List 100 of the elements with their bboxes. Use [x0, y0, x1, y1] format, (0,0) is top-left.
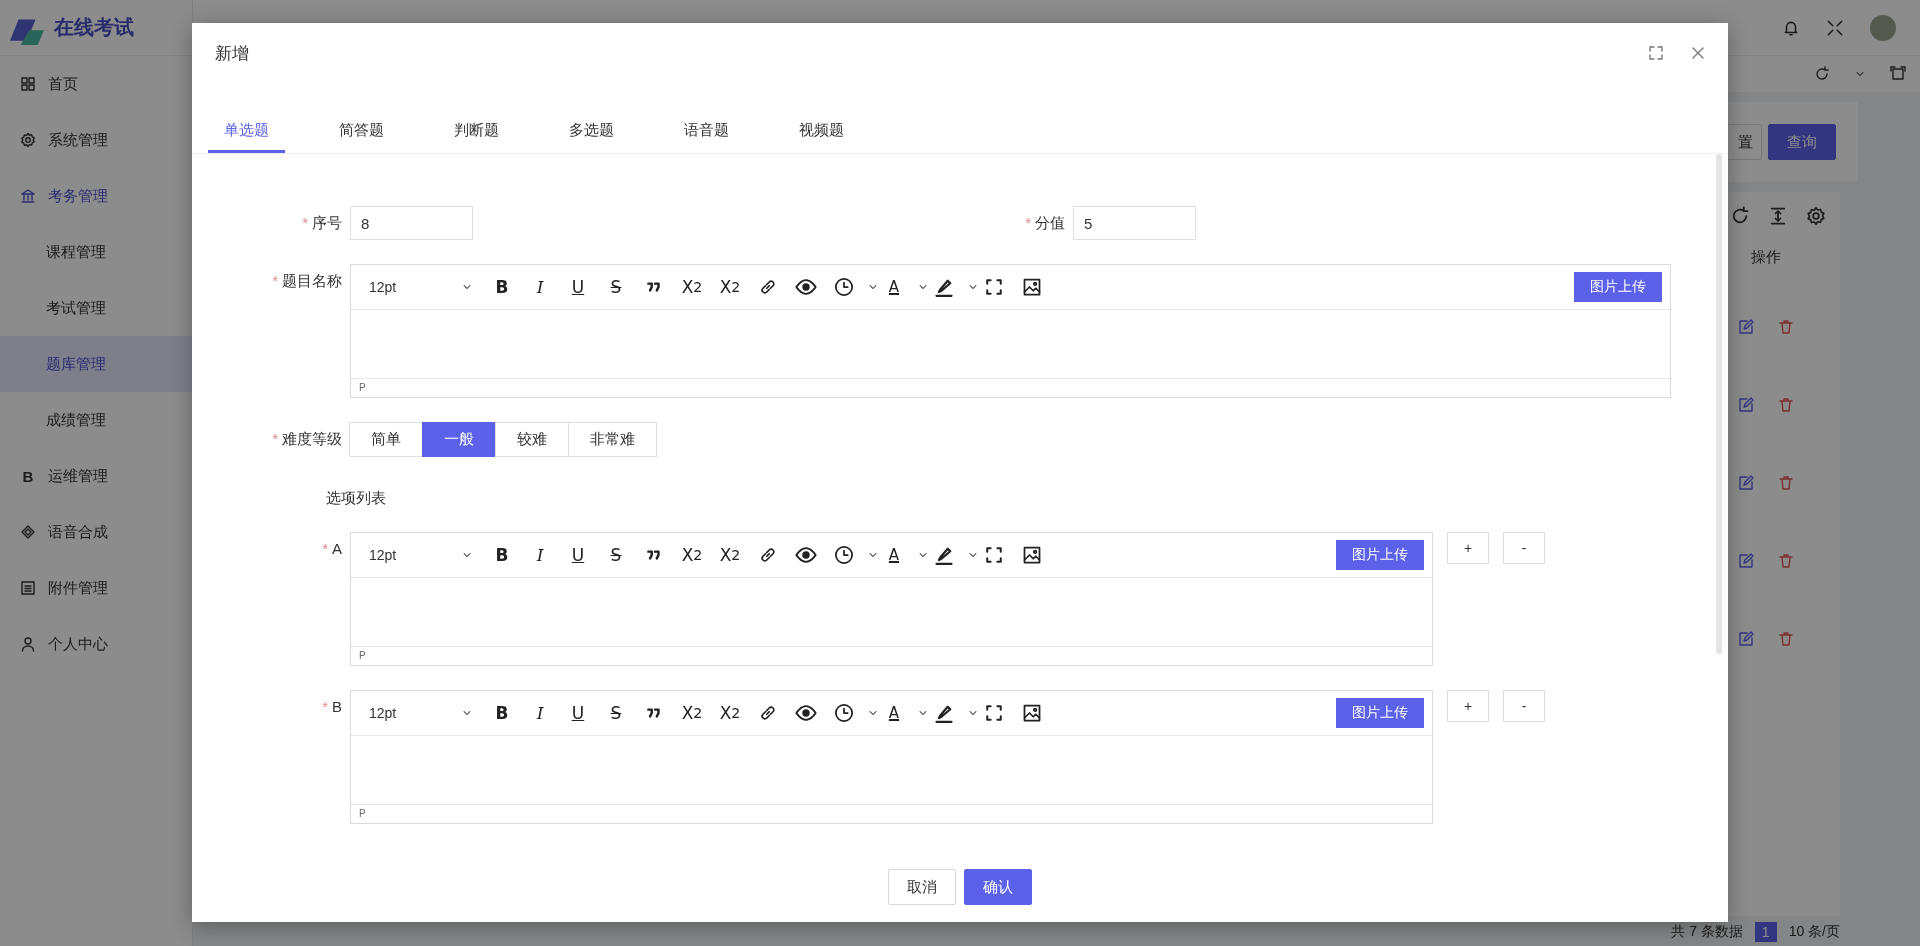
question-type-tab[interactable]: 单选题: [208, 111, 285, 153]
highlighter-icon: [934, 277, 954, 297]
page-size-select[interactable]: 10 条/页: [1788, 923, 1840, 941]
underline-button[interactable]: U: [563, 273, 593, 301]
row-height-icon: [1768, 206, 1788, 226]
sidebar-item[interactable]: 首页: [0, 56, 192, 112]
sidebar-subitem[interactable]: 成绩管理: [0, 392, 192, 448]
sidebar-item-label: 个人中心: [48, 634, 108, 654]
grid-icon: [20, 76, 36, 92]
menu-icon-letter: B: [21, 467, 35, 485]
fullscreen-icon: [1826, 18, 1844, 37]
question-type-tab[interactable]: 视频题: [783, 111, 860, 153]
number-field[interactable]: 8: [350, 206, 473, 240]
font-color-button[interactable]: A: [879, 699, 909, 727]
frame-icon: [1890, 66, 1906, 82]
document-icon: [20, 580, 36, 596]
question-type-tab[interactable]: 判断题: [438, 111, 515, 153]
field-label: * 分值: [1024, 213, 1066, 233]
difficulty-option[interactable]: 简单: [349, 422, 423, 457]
font-color-button[interactable]: A: [879, 273, 909, 301]
trash-icon: [1778, 396, 1794, 413]
highlighter-icon: [934, 545, 954, 565]
sidebar-item[interactable]: 系统管理: [0, 112, 192, 168]
sidebar-item[interactable]: B 运维管理: [0, 448, 192, 504]
font-size-select[interactable]: 12pt: [363, 546, 481, 564]
sidebar-item[interactable]: 附件管理: [0, 560, 192, 616]
sidebar-subitem[interactable]: 课程管理: [0, 224, 192, 280]
font-size-select[interactable]: 12pt: [363, 704, 481, 722]
image-upload-button[interactable]: 图片上传: [1336, 540, 1424, 570]
sidebar-item-label: 首页: [48, 74, 78, 94]
link-icon: [758, 703, 778, 723]
sidebar-item-label: 运维管理: [48, 466, 108, 486]
image-upload-button[interactable]: 图片上传: [1336, 698, 1424, 728]
trash-icon: [1778, 552, 1794, 569]
question-type-tab[interactable]: 简答题: [323, 111, 400, 153]
fullscreen-icon: [985, 546, 1003, 564]
number-field[interactable]: 5: [1073, 206, 1196, 240]
remove-option-button[interactable]: -: [1503, 532, 1545, 564]
bank-icon: [20, 188, 36, 204]
avatar[interactable]: [1870, 14, 1896, 41]
user-icon: [20, 636, 36, 652]
edit-icon: [1738, 318, 1754, 335]
total-count: 共 7 条数据: [1671, 923, 1743, 941]
font-color-button[interactable]: A: [879, 541, 909, 569]
edit-icon: [1738, 474, 1754, 491]
trash-icon: [1778, 630, 1794, 647]
strikethrough-button[interactable]: S: [601, 699, 631, 727]
dialog-button[interactable]: 确认: [964, 869, 1032, 905]
bold-button[interactable]: B: [487, 541, 517, 569]
image-upload-button[interactable]: 图片上传: [1574, 272, 1662, 302]
italic-button[interactable]: I: [525, 541, 555, 569]
field-label: * A: [321, 539, 343, 559]
question-type-tab[interactable]: 语音题: [668, 111, 745, 153]
add-option-button[interactable]: +: [1447, 690, 1489, 722]
bold-button[interactable]: B: [487, 699, 517, 727]
edit-icon: [1738, 552, 1754, 569]
sidebar-item[interactable]: 语音合成: [0, 504, 192, 560]
field-label: * 难度等级: [271, 429, 343, 449]
diamond-icon: [20, 524, 36, 540]
element-path: P: [351, 646, 1432, 665]
refresh-icon: [1730, 206, 1750, 226]
difficulty-option[interactable]: 非常难: [568, 422, 657, 457]
image-icon: [1022, 277, 1042, 297]
link-icon: [758, 545, 778, 565]
sidebar-item[interactable]: 个人中心: [0, 616, 192, 672]
edit-icon: [1738, 630, 1754, 647]
remove-option-button[interactable]: -: [1503, 690, 1545, 722]
difficulty-option[interactable]: 较难: [495, 422, 569, 457]
font-size-select[interactable]: 12pt: [363, 278, 481, 296]
trash-icon: [1778, 318, 1794, 335]
difficulty-option[interactable]: 一般: [422, 422, 496, 457]
eye-icon: [795, 276, 817, 298]
question-type-tab[interactable]: 多选题: [553, 111, 630, 153]
eye-icon: [795, 702, 817, 724]
element-path: P: [351, 378, 1670, 397]
add-option-button[interactable]: +: [1447, 532, 1489, 564]
fullscreen-icon: [985, 278, 1003, 296]
underline-button[interactable]: U: [563, 699, 593, 727]
settings-icon: [1806, 206, 1826, 226]
sidebar-item-label: 考务管理: [48, 186, 108, 206]
strikethrough-button[interactable]: S: [601, 273, 631, 301]
italic-button[interactable]: I: [525, 273, 555, 301]
strikethrough-button[interactable]: S: [601, 541, 631, 569]
dialog-title: 新增: [215, 42, 250, 65]
sidebar-item-label: 语音合成: [48, 522, 108, 542]
fullscreen-icon: [985, 704, 1003, 722]
field-label: * 题目名称: [271, 271, 343, 291]
section-title: 选项列表: [325, 489, 387, 508]
column-header: 操作: [1751, 247, 1781, 267]
italic-button[interactable]: I: [525, 699, 555, 727]
sidebar-item-label: 系统管理: [48, 130, 108, 150]
bold-button[interactable]: B: [487, 273, 517, 301]
sidebar-item[interactable]: 考务管理: [0, 168, 192, 224]
refresh-icon: [1814, 66, 1830, 82]
close-icon: [1690, 45, 1706, 61]
clock-icon: [834, 545, 854, 565]
underline-button[interactable]: U: [563, 541, 593, 569]
clock-icon: [834, 703, 854, 723]
dialog-button[interactable]: 取消: [888, 869, 956, 905]
sidebar-subitem[interactable]: 考试管理: [0, 280, 192, 336]
